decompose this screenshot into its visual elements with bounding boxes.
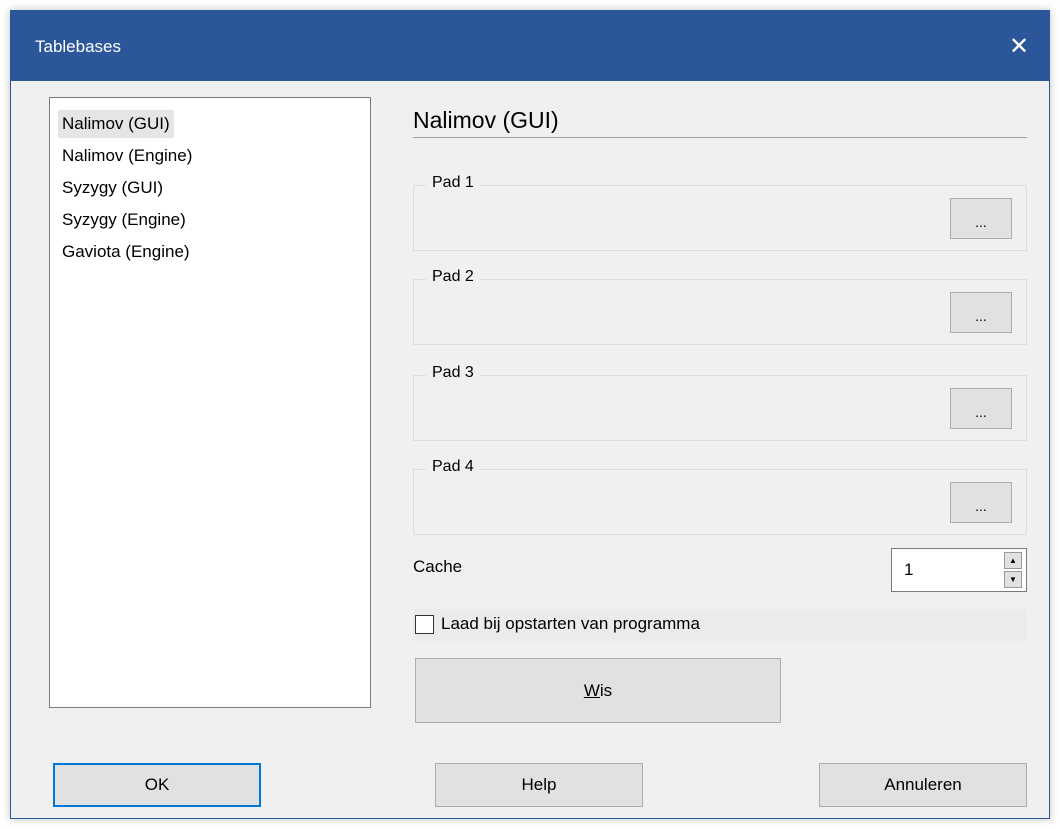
path-label-2: Pad 2 [426,268,480,286]
cache-value[interactable]: 1 [904,560,913,580]
dialog-title: Tablebases [35,37,122,56]
path-group-4: Pad 4 ... [413,458,1027,535]
list-item-syzygy-engine[interactable]: Syzygy (Engine) [58,206,190,234]
load-on-startup-row: Laad bij opstarten van programma [413,609,1027,641]
list-item-nalimov-gui[interactable]: Nalimov (GUI) [58,110,174,138]
path-label-1: Pad 1 [426,174,480,192]
title-bar: Tablebases ✕ [11,11,1049,81]
load-on-startup-label[interactable]: Laad bij opstarten van programma [441,614,700,634]
cache-spinner[interactable]: 1 ▲ ▼ [891,548,1027,592]
tablebases-dialog: Tablebases ✕ Nalimov (GUI) Nalimov (Engi… [10,10,1050,819]
browse-button-1[interactable]: ... [950,198,1012,239]
spin-down-icon[interactable]: ▼ [1004,571,1022,588]
cancel-button[interactable]: Annuleren [819,763,1027,807]
spin-up-icon[interactable]: ▲ [1004,552,1022,569]
ok-button[interactable]: OK [53,763,261,807]
path-label-3: Pad 3 [426,364,480,382]
tablebase-type-list[interactable]: Nalimov (GUI) Nalimov (Engine) Syzygy (G… [49,97,371,708]
path-group-2: Pad 2 ... [413,268,1027,345]
section-divider [413,137,1027,138]
list-item-nalimov-engine[interactable]: Nalimov (Engine) [58,142,196,170]
clear-button-label: is [599,680,613,700]
cache-label: Cache [413,557,463,576]
close-icon[interactable]: ✕ [989,11,1049,81]
section-title: Nalimov (GUI) [413,107,559,133]
load-on-startup-checkbox[interactable] [415,615,434,634]
clear-button[interactable]: Wis [415,658,781,723]
clear-button-accel: W [583,680,600,700]
list-item-gaviota-engine[interactable]: Gaviota (Engine) [58,238,194,266]
help-button[interactable]: Help [435,763,643,807]
browse-button-3[interactable]: ... [950,388,1012,429]
path-group-3: Pad 3 ... [413,364,1027,441]
browse-button-2[interactable]: ... [950,292,1012,333]
browse-button-4[interactable]: ... [950,482,1012,523]
path-group-1: Pad 1 ... [413,174,1027,251]
path-label-4: Pad 4 [426,458,480,476]
list-item-syzygy-gui[interactable]: Syzygy (GUI) [58,174,167,202]
